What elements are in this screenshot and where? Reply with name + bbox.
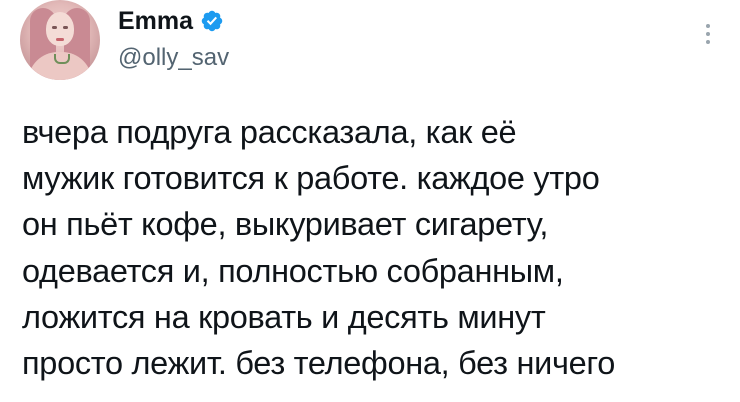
tweet-text-line: вчера подруга рассказала, как её (22, 114, 517, 150)
avatar[interactable] (20, 0, 100, 80)
tweet-text: вчера подруга рассказала, как её мужик г… (22, 109, 734, 386)
avatar-eye-left (52, 26, 57, 29)
author-name-row: Emma (118, 6, 224, 36)
avatar-lips (56, 38, 64, 41)
tweet-text-line: ложится на кровать и десять минут (22, 298, 546, 335)
tweet-text-line: просто лежит. без телефона, без ничего (22, 345, 615, 382)
more-dot (706, 24, 710, 28)
author-display-name[interactable]: Emma (118, 6, 193, 36)
more-options-icon[interactable] (705, 24, 711, 48)
more-dot (706, 32, 710, 36)
tweet-text-line: мужик готовится к работе. каждое утро (22, 160, 600, 197)
tweet-text-line: он пьёт кофе, выкуривает сигарету, (22, 206, 549, 243)
avatar-eye-right (63, 26, 68, 29)
tweet-text-line: одевается и, полностью собранным, (22, 252, 564, 289)
verified-badge-icon (201, 10, 223, 32)
more-dot (706, 40, 710, 44)
author-handle[interactable]: @olly_sav (118, 43, 229, 73)
avatar-necklace (54, 54, 70, 64)
tweet: Emma @olly_sav вчера подруга рассказала,… (0, 0, 740, 402)
